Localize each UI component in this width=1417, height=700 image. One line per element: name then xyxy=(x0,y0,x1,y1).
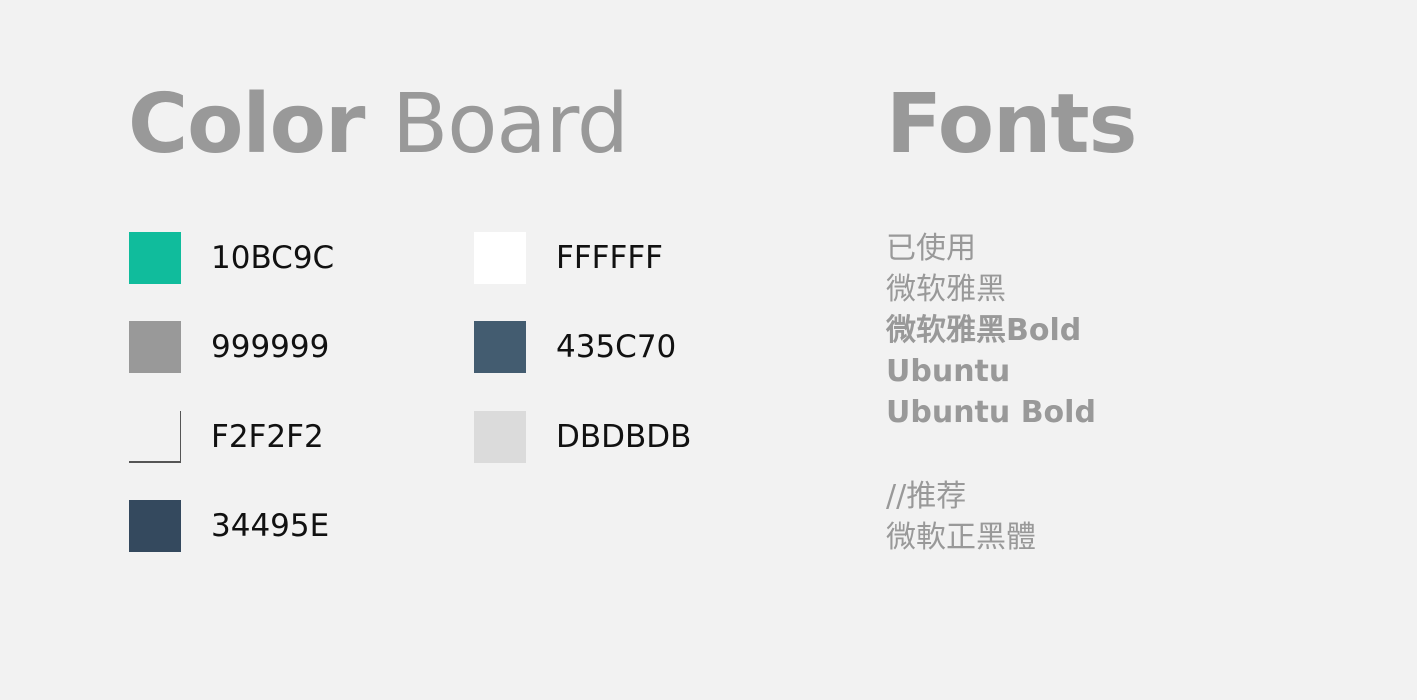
color-board-title: Color Board xyxy=(128,84,629,166)
fonts-title: Fonts xyxy=(886,77,1137,172)
color-swatch xyxy=(474,411,526,463)
font-item: 微軟正黑體 xyxy=(886,520,1036,555)
color-swatch xyxy=(129,232,181,284)
swatch-row: 435C70 xyxy=(474,321,676,373)
swatch-row: F2F2F2 xyxy=(129,411,324,463)
color-swatch xyxy=(129,411,181,463)
swatch-row: 999999 xyxy=(129,321,329,373)
color-swatch xyxy=(129,500,181,552)
font-item: Ubuntu Bold xyxy=(886,395,1096,430)
swatch-row: 10BC9C xyxy=(129,232,334,284)
fonts-recommended-heading: //推荐 xyxy=(886,479,967,514)
fonts-list: 已使用 微软雅黑 微软雅黑Bold Ubuntu Ubuntu Bold //推… xyxy=(886,228,1096,558)
swatch-hex-label: FFFFFF xyxy=(556,240,663,276)
fonts-used-heading: 已使用 xyxy=(886,231,976,266)
color-swatch xyxy=(474,232,526,284)
color-board-title-light: Board xyxy=(391,77,629,172)
swatch-hex-label: DBDBDB xyxy=(556,419,692,455)
swatch-hex-label: 10BC9C xyxy=(211,240,335,276)
swatch-hex-label: 999999 xyxy=(211,329,330,365)
color-swatch xyxy=(129,321,181,373)
font-item: 微软雅黑Bold xyxy=(886,313,1082,348)
color-swatch xyxy=(474,321,526,373)
swatch-row: 34495E xyxy=(129,500,329,552)
swatch-row: FFFFFF xyxy=(474,232,663,284)
color-board-title-bold: Color xyxy=(128,77,365,172)
spacer xyxy=(886,433,1096,476)
swatch-row: DBDBDB xyxy=(474,411,691,463)
font-item: Ubuntu xyxy=(886,354,1011,389)
swatch-hex-label: 34495E xyxy=(211,508,330,544)
swatch-hex-label: F2F2F2 xyxy=(211,419,324,455)
swatch-hex-label: 435C70 xyxy=(556,329,677,365)
font-item: 微软雅黑 xyxy=(886,272,1006,307)
